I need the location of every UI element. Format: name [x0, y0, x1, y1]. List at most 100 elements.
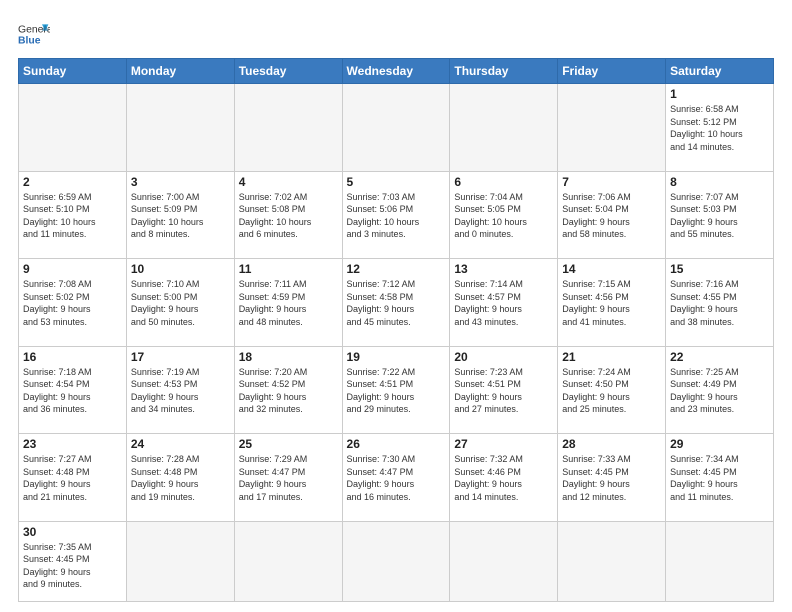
calendar-cell: 20 Sunrise: 7:23 AM Sunset: 4:51 PM Dayli… — [450, 346, 558, 434]
logo: General Blue — [18, 18, 50, 50]
calendar-cell — [666, 521, 774, 601]
day-info: Sunrise: 7:28 AM Sunset: 4:48 PM Dayligh… — [131, 453, 230, 503]
day-number: 30 — [23, 525, 122, 539]
page: General Blue SundayMondayTuesdayWednesda… — [0, 0, 792, 612]
calendar-cell: 22Sunrise: 7:25 AM Sunset: 4:49 PM Dayli… — [666, 346, 774, 434]
calendar-cell: 15 Sunrise: 7:16 AM Sunset: 4:55 PM Dayli… — [666, 259, 774, 347]
day-number: 20 — [454, 350, 553, 364]
calendar-cell: 3Sunrise: 7:00 AM Sunset: 5:09 PM Daylig… — [126, 171, 234, 259]
calendar-cell: 8Sunrise: 7:07 AM Sunset: 5:03 PM Daylig… — [666, 171, 774, 259]
calendar-cell: 23 Sunrise: 7:27 AM Sunset: 4:48 PM Dayli… — [19, 434, 127, 522]
calendar-cell — [558, 84, 666, 172]
week-row-5: 23 Sunrise: 7:27 AM Sunset: 4:48 PM Dayli… — [19, 434, 774, 522]
day-number: 1 — [670, 87, 769, 101]
calendar-cell: 26 Sunrise: 7:30 AM Sunset: 4:47 PM Dayli… — [342, 434, 450, 522]
calendar-cell: 27Sunrise: 7:32 AM Sunset: 4:46 PM Dayli… — [450, 434, 558, 522]
day-info: Sunrise: 7:20 AM Sunset: 4:52 PM Dayligh… — [239, 366, 338, 416]
day-info: Sunrise: 7:15 AM Sunset: 4:56 PM Dayligh… — [562, 278, 661, 328]
calendar-cell: 24Sunrise: 7:28 AM Sunset: 4:48 PM Dayli… — [126, 434, 234, 522]
calendar-cell: 28Sunrise: 7:33 AM Sunset: 4:45 PM Dayli… — [558, 434, 666, 522]
calendar-cell — [450, 521, 558, 601]
day-info: Sunrise: 7:32 AM Sunset: 4:46 PM Dayligh… — [454, 453, 553, 503]
calendar-cell: 17 Sunrise: 7:19 AM Sunset: 4:53 PM Dayli… — [126, 346, 234, 434]
calendar-cell: 5Sunrise: 7:03 AM Sunset: 5:06 PM Daylig… — [342, 171, 450, 259]
day-info: Sunrise: 7:35 AM Sunset: 4:45 PM Dayligh… — [23, 541, 122, 591]
day-number: 5 — [347, 175, 446, 189]
weekday-header-row: SundayMondayTuesdayWednesdayThursdayFrid… — [19, 59, 774, 84]
day-info: Sunrise: 6:58 AM Sunset: 5:12 PM Dayligh… — [670, 103, 769, 153]
calendar-cell: 18 Sunrise: 7:20 AM Sunset: 4:52 PM Dayli… — [234, 346, 342, 434]
day-info: Sunrise: 7:07 AM Sunset: 5:03 PM Dayligh… — [670, 191, 769, 241]
header: General Blue — [18, 18, 774, 50]
day-info: Sunrise: 7:06 AM Sunset: 5:04 PM Dayligh… — [562, 191, 661, 241]
calendar-cell: 10 Sunrise: 7:10 AM Sunset: 5:00 PM Dayli… — [126, 259, 234, 347]
day-info: Sunrise: 7:23 AM Sunset: 4:51 PM Dayligh… — [454, 366, 553, 416]
day-info: Sunrise: 7:22 AM Sunset: 4:51 PM Dayligh… — [347, 366, 446, 416]
generalblue-logo-icon: General Blue — [18, 18, 50, 50]
day-number: 19 — [347, 350, 446, 364]
day-number: 17 — [131, 350, 230, 364]
weekday-header-friday: Friday — [558, 59, 666, 84]
calendar-cell: 29Sunrise: 7:34 AM Sunset: 4:45 PM Dayli… — [666, 434, 774, 522]
day-info: Sunrise: 7:30 AM Sunset: 4:47 PM Dayligh… — [347, 453, 446, 503]
day-number: 4 — [239, 175, 338, 189]
calendar-cell — [234, 521, 342, 601]
weekday-header-wednesday: Wednesday — [342, 59, 450, 84]
calendar-cell: 2 Sunrise: 6:59 AM Sunset: 5:10 PM Daylig… — [19, 171, 127, 259]
calendar-cell: 16 Sunrise: 7:18 AM Sunset: 4:54 PM Dayli… — [19, 346, 127, 434]
calendar-cell: 25 Sunrise: 7:29 AM Sunset: 4:47 PM Dayli… — [234, 434, 342, 522]
weekday-header-thursday: Thursday — [450, 59, 558, 84]
calendar-cell — [126, 84, 234, 172]
svg-text:Blue: Blue — [18, 36, 41, 47]
calendar-cell — [342, 521, 450, 601]
calendar-cell: 30 Sunrise: 7:35 AM Sunset: 4:45 PM Dayli… — [19, 521, 127, 601]
day-number: 3 — [131, 175, 230, 189]
day-number: 7 — [562, 175, 661, 189]
day-number: 10 — [131, 262, 230, 276]
day-info: Sunrise: 7:08 AM Sunset: 5:02 PM Dayligh… — [23, 278, 122, 328]
week-row-3: 9 Sunrise: 7:08 AM Sunset: 5:02 PM Daylig… — [19, 259, 774, 347]
calendar-cell — [19, 84, 127, 172]
calendar-cell: 19 Sunrise: 7:22 AM Sunset: 4:51 PM Dayli… — [342, 346, 450, 434]
day-number: 18 — [239, 350, 338, 364]
calendar-cell: 14 Sunrise: 7:15 AM Sunset: 4:56 PM Dayli… — [558, 259, 666, 347]
day-info: Sunrise: 7:34 AM Sunset: 4:45 PM Dayligh… — [670, 453, 769, 503]
calendar-cell: 21Sunrise: 7:24 AM Sunset: 4:50 PM Dayli… — [558, 346, 666, 434]
calendar-cell: 6Sunrise: 7:04 AM Sunset: 5:05 PM Daylig… — [450, 171, 558, 259]
day-info: Sunrise: 7:12 AM Sunset: 4:58 PM Dayligh… — [347, 278, 446, 328]
weekday-header-tuesday: Tuesday — [234, 59, 342, 84]
day-number: 9 — [23, 262, 122, 276]
day-number: 16 — [23, 350, 122, 364]
weekday-header-sunday: Sunday — [19, 59, 127, 84]
week-row-6: 30 Sunrise: 7:35 AM Sunset: 4:45 PM Dayli… — [19, 521, 774, 601]
day-info: Sunrise: 7:02 AM Sunset: 5:08 PM Dayligh… — [239, 191, 338, 241]
calendar-cell: 12Sunrise: 7:12 AM Sunset: 4:58 PM Dayli… — [342, 259, 450, 347]
calendar-cell — [558, 521, 666, 601]
day-info: Sunrise: 7:10 AM Sunset: 5:00 PM Dayligh… — [131, 278, 230, 328]
week-row-1: 1 Sunrise: 6:58 AM Sunset: 5:12 PM Daylig… — [19, 84, 774, 172]
calendar-cell: 13 Sunrise: 7:14 AM Sunset: 4:57 PM Dayli… — [450, 259, 558, 347]
day-number: 15 — [670, 262, 769, 276]
day-number: 2 — [23, 175, 122, 189]
day-info: Sunrise: 7:16 AM Sunset: 4:55 PM Dayligh… — [670, 278, 769, 328]
day-info: Sunrise: 7:19 AM Sunset: 4:53 PM Dayligh… — [131, 366, 230, 416]
day-info: Sunrise: 7:18 AM Sunset: 4:54 PM Dayligh… — [23, 366, 122, 416]
week-row-4: 16 Sunrise: 7:18 AM Sunset: 4:54 PM Dayli… — [19, 346, 774, 434]
day-number: 11 — [239, 262, 338, 276]
calendar-cell — [342, 84, 450, 172]
day-info: Sunrise: 7:14 AM Sunset: 4:57 PM Dayligh… — [454, 278, 553, 328]
day-info: Sunrise: 7:24 AM Sunset: 4:50 PM Dayligh… — [562, 366, 661, 416]
day-number: 26 — [347, 437, 446, 451]
day-number: 14 — [562, 262, 661, 276]
day-info: Sunrise: 6:59 AM Sunset: 5:10 PM Dayligh… — [23, 191, 122, 241]
day-number: 25 — [239, 437, 338, 451]
weekday-header-saturday: Saturday — [666, 59, 774, 84]
day-info: Sunrise: 7:33 AM Sunset: 4:45 PM Dayligh… — [562, 453, 661, 503]
day-info: Sunrise: 7:29 AM Sunset: 4:47 PM Dayligh… — [239, 453, 338, 503]
day-number: 13 — [454, 262, 553, 276]
day-number: 23 — [23, 437, 122, 451]
day-number: 22 — [670, 350, 769, 364]
calendar-table: SundayMondayTuesdayWednesdayThursdayFrid… — [18, 58, 774, 602]
calendar-cell: 7 Sunrise: 7:06 AM Sunset: 5:04 PM Daylig… — [558, 171, 666, 259]
day-info: Sunrise: 7:27 AM Sunset: 4:48 PM Dayligh… — [23, 453, 122, 503]
